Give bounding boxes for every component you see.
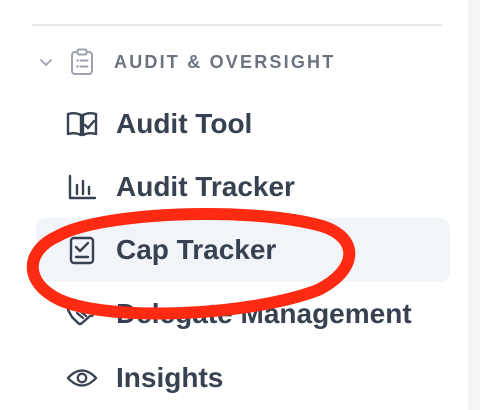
bar-chart-icon [66, 171, 98, 203]
sidebar-item-cap-tracker[interactable]: Cap Tracker [36, 218, 450, 282]
clipboard-check-icon [66, 234, 98, 266]
sidebar-item-label: Audit Tracker [116, 171, 295, 202]
clipboard-list-icon [68, 48, 96, 76]
sidebar-item-label: Cap Tracker [116, 234, 277, 265]
sidebar-item-insights[interactable]: Insights [36, 346, 450, 410]
sidebar-item-delegate-management[interactable]: Delegate Management [36, 282, 450, 346]
sidebar-item-label: Insights [116, 362, 224, 393]
chevron-down-icon[interactable] [36, 52, 56, 72]
book-check-icon [66, 108, 98, 140]
sidebar-item-audit-tool[interactable]: Audit Tool [36, 92, 450, 156]
divider [32, 24, 442, 26]
sidebar-panel: AUDIT & OVERSIGHT Audit Tool Audit Track… [0, 0, 480, 410]
sidebar-item-audit-tracker[interactable]: Audit Tracker [36, 155, 450, 219]
sidebar-item-label: Audit Tool [116, 108, 253, 139]
section-title: AUDIT & OVERSIGHT [114, 51, 336, 72]
handshake-icon [66, 298, 98, 330]
eye-icon [66, 362, 98, 394]
section-toggle-audit-oversight[interactable]: AUDIT & OVERSIGHT [36, 44, 335, 80]
scroll-rail [468, 0, 480, 410]
sidebar-item-label: Delegate Management [116, 298, 412, 329]
